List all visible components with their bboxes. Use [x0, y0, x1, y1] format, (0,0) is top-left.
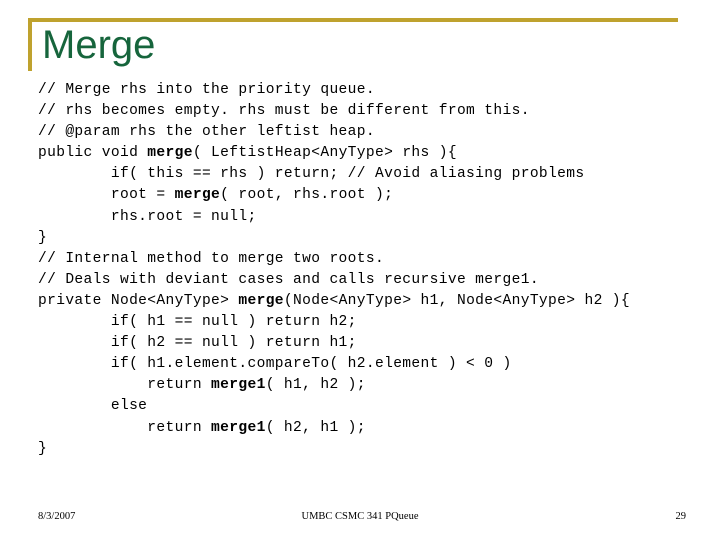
code-identifier: merge1 — [211, 419, 266, 436]
code-line: rhs.root = null; — [38, 208, 257, 225]
code-identifier: merge1 — [211, 377, 266, 394]
page-title: Merge — [42, 23, 156, 67]
code-identifier: merge — [174, 187, 221, 204]
code-identifier: merge — [238, 292, 284, 309]
code-line: public void merge( LeftistHeap<AnyType> … — [38, 145, 457, 162]
code-line: if( this == rhs ) return; // Avoid alias… — [38, 166, 585, 183]
code-line: if( h2 == null ) return h1; — [38, 335, 357, 352]
code-line: else — [38, 398, 148, 415]
code-line: root = merge( root, rhs.root ); — [38, 187, 394, 204]
code-line: // @param rhs the other leftist heap. — [38, 124, 375, 141]
code-block: // Merge rhs into the priority queue. // … — [38, 80, 698, 460]
code-line: if( h1 == null ) return h2; — [38, 314, 357, 331]
slide-footer: 8/3/2007 UMBC CSMC 341 PQueue 29 — [0, 508, 720, 530]
code-line: // Deals with deviant cases and calls re… — [38, 271, 539, 288]
code-identifier: merge — [147, 145, 193, 162]
footer-page-number: 29 — [675, 511, 687, 522]
slide: Merge // Merge rhs into the priority que… — [0, 0, 720, 540]
code-line: return merge1( h1, h2 ); — [38, 377, 366, 394]
code-line: // Internal method to merge two roots. — [38, 250, 385, 267]
title-accent-rule-left — [28, 18, 32, 71]
code-line: // rhs becomes empty. rhs must be differ… — [38, 103, 530, 120]
footer-course-label: UMBC CSMC 341 PQueue — [301, 511, 419, 522]
code-line: private Node<AnyType> merge(Node<AnyType… — [38, 292, 631, 309]
code-line: } — [38, 440, 48, 457]
code-line: return merge1( h2, h1 ); — [38, 419, 366, 436]
code-line: // Merge rhs into the priority queue. — [38, 82, 375, 98]
code-line: } — [38, 229, 48, 246]
code-line: if( h1.element.compareTo( h2.element ) <… — [38, 356, 512, 373]
